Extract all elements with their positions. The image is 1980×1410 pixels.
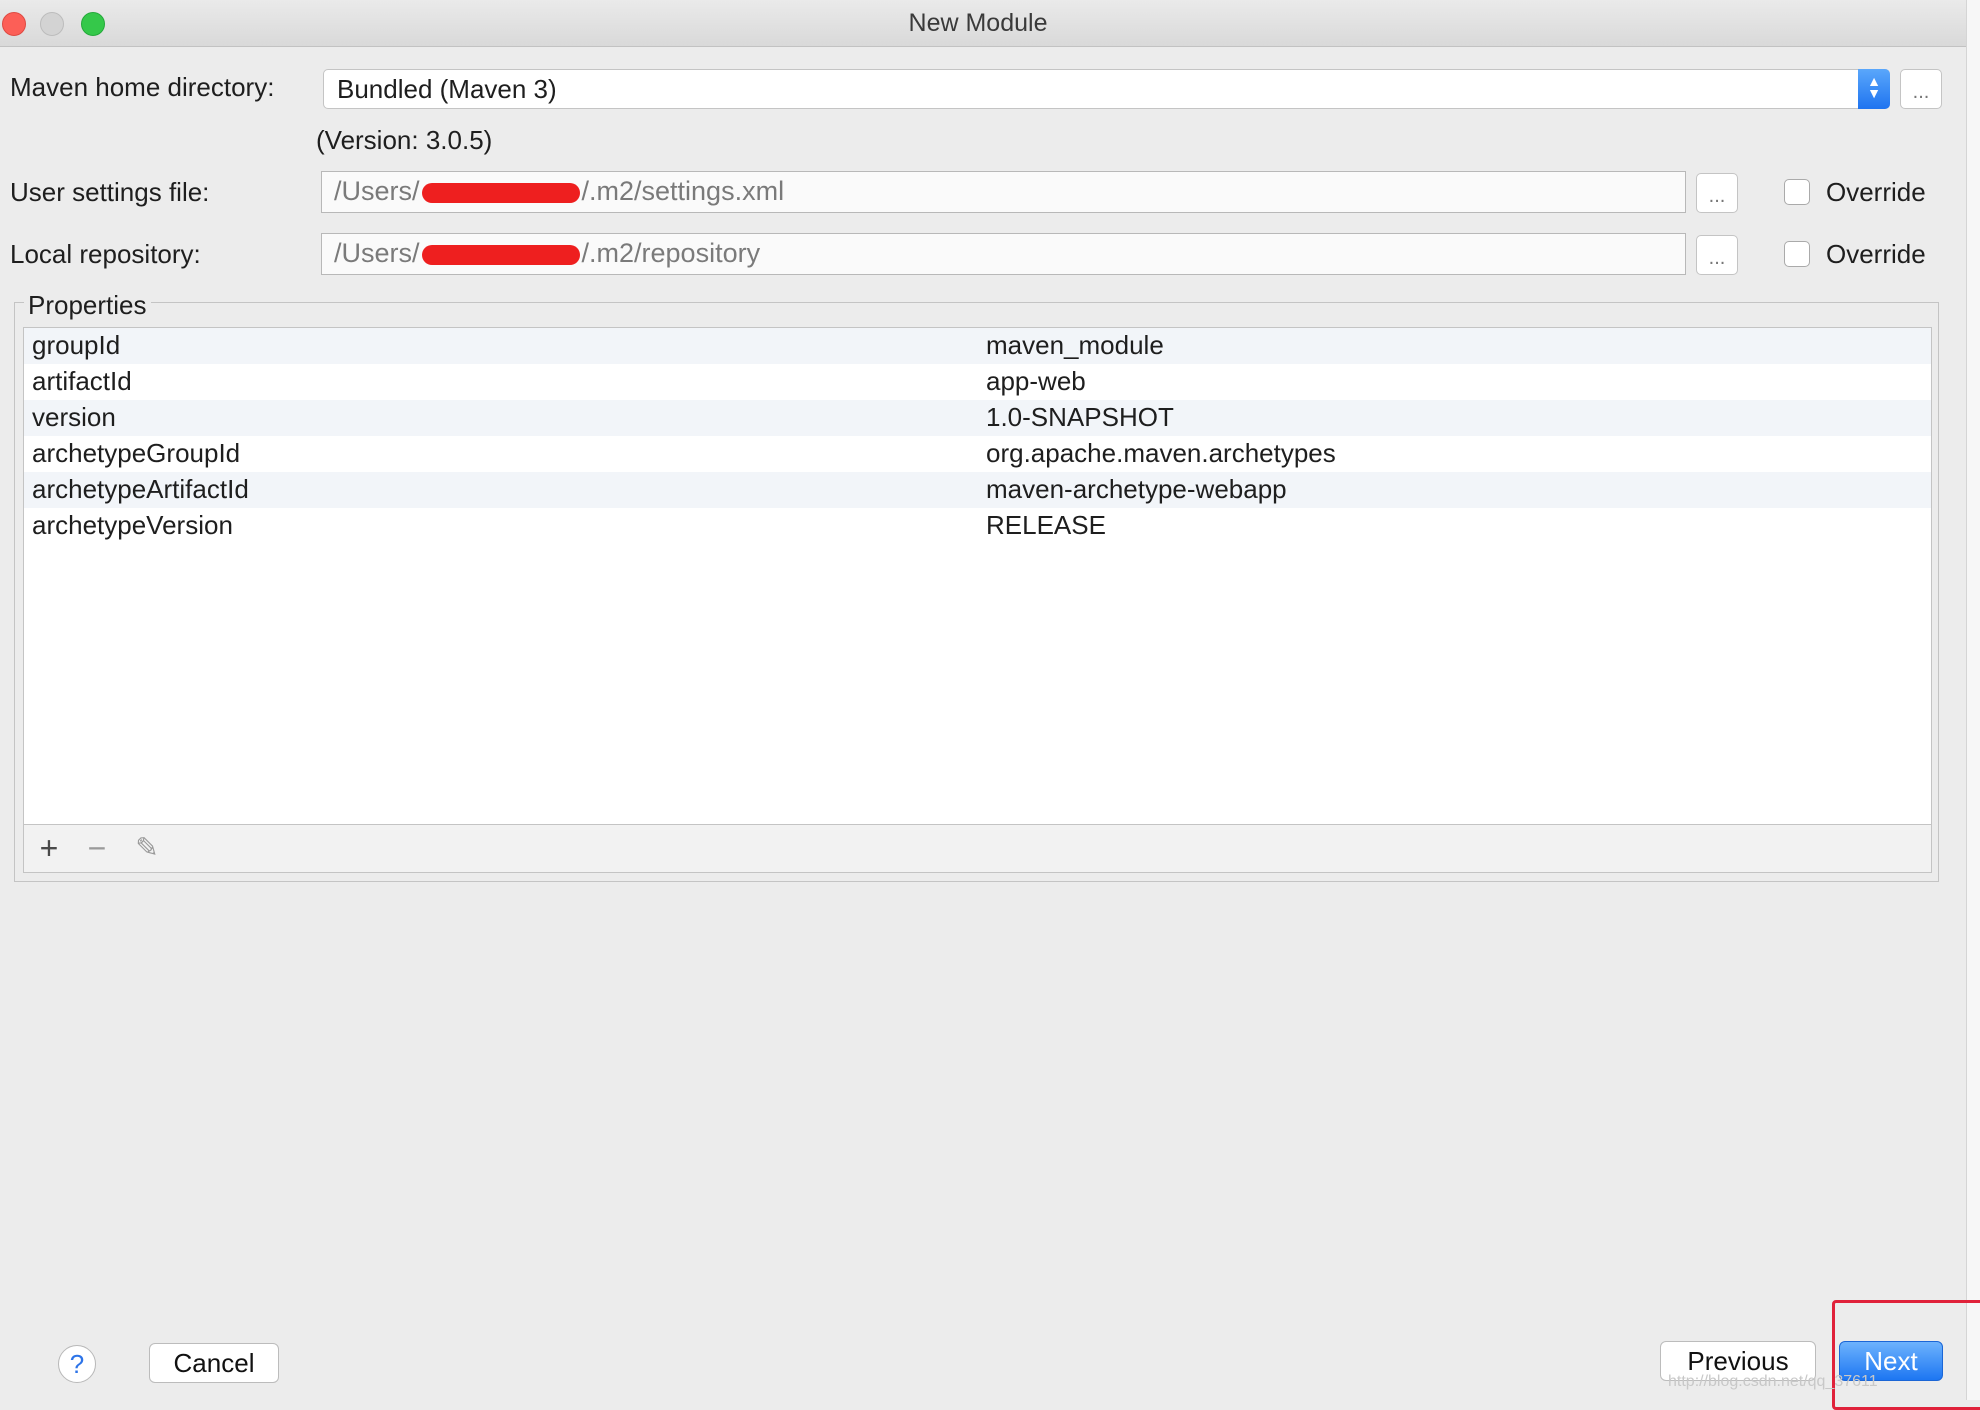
edit-icon[interactable]: ✎: [130, 831, 164, 865]
local-repo-label: Local repository:: [10, 239, 201, 269]
maven-home-browse-button[interactable]: ...: [1900, 69, 1942, 109]
property-key: version: [32, 402, 116, 432]
user-settings-input[interactable]: /Users//.m2/settings.xml: [321, 171, 1686, 213]
local-repo-input[interactable]: /Users//.m2/repository: [321, 233, 1686, 275]
next-button-highlight: [1832, 1300, 1980, 1410]
window-title: New Module: [908, 9, 1048, 37]
property-key: archetypeVersion: [32, 510, 233, 540]
help-icon[interactable]: ?: [58, 1345, 96, 1383]
properties-title: Properties: [24, 290, 151, 321]
table-row[interactable]: groupId maven_module: [24, 328, 1931, 364]
property-key: archetypeArtifactId: [32, 474, 249, 504]
local-repo-override-label[interactable]: Override: [1826, 239, 1926, 270]
remove-icon[interactable]: −: [80, 831, 114, 865]
maven-home-value: Bundled (Maven 3): [337, 74, 557, 104]
redaction-mark: [421, 182, 580, 203]
properties-toolbar: + − ✎: [23, 825, 1932, 873]
property-key: archetypeGroupId: [32, 438, 241, 468]
local-repo-browse-button[interactable]: ...: [1696, 235, 1738, 275]
maven-version-text: (Version: 3.0.5): [316, 125, 493, 155]
property-value: maven_module: [986, 330, 1164, 360]
add-icon[interactable]: +: [32, 831, 66, 865]
cancel-button[interactable]: Cancel: [149, 1343, 279, 1383]
property-value: app-web: [986, 366, 1086, 396]
property-value: org.apache.maven.archetypes: [986, 438, 1336, 468]
background-window-edge: [1966, 0, 1980, 1400]
property-key: groupId: [32, 330, 121, 360]
title-bar: New Module: [0, 0, 1980, 47]
user-settings-override-label[interactable]: Override: [1826, 177, 1926, 208]
table-row[interactable]: archetypeVersion RELEASE: [24, 508, 1931, 544]
table-row[interactable]: archetypeGroupId org.apache.maven.archet…: [24, 436, 1931, 472]
properties-table[interactable]: groupId maven_module artifactId app-web …: [23, 327, 1932, 825]
table-row[interactable]: archetypeArtifactId maven-archetype-weba…: [24, 472, 1931, 508]
user-settings-override-checkbox[interactable]: [1784, 179, 1810, 205]
table-row[interactable]: version 1.0-SNAPSHOT: [24, 400, 1931, 436]
user-settings-browse-button[interactable]: ...: [1696, 173, 1738, 213]
property-key: artifactId: [32, 366, 132, 396]
table-row[interactable]: artifactId app-web: [24, 364, 1931, 400]
property-value: 1.0-SNAPSHOT: [986, 402, 1174, 432]
property-value: maven-archetype-webapp: [986, 474, 1287, 504]
maven-home-label: Maven home directory:: [10, 72, 275, 102]
local-repo-override-checkbox[interactable]: [1784, 241, 1810, 267]
property-value: RELEASE: [986, 510, 1106, 540]
redaction-mark: [421, 244, 580, 265]
select-arrows-icon[interactable]: ▲ ▼: [1858, 69, 1890, 109]
watermark: http://blog.csdn.net/qq_37611: [1668, 1373, 1878, 1390]
maven-home-select[interactable]: Bundled (Maven 3) ▲ ▼: [323, 69, 1890, 109]
user-settings-label: User settings file:: [10, 177, 210, 207]
